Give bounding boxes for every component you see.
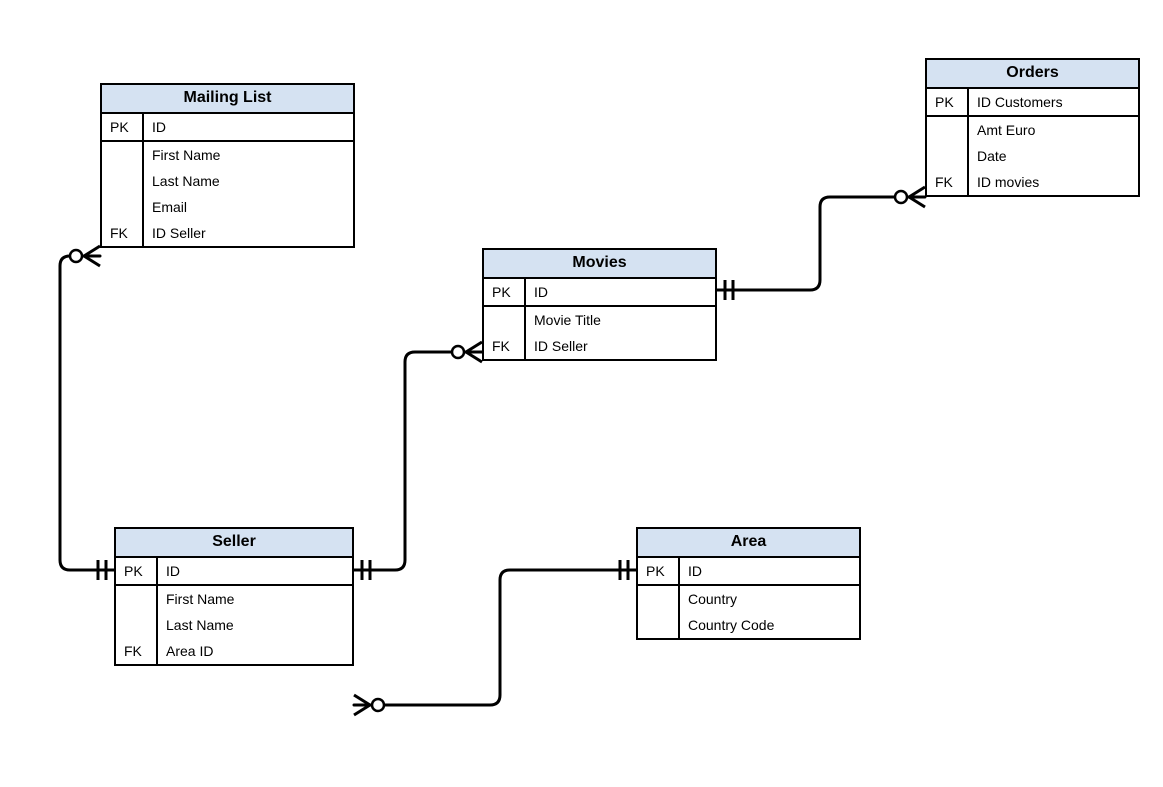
rel-area-seller: [354, 570, 636, 705]
entity-title: Movies: [484, 250, 715, 279]
attr-cell: ID Seller: [526, 333, 715, 359]
entity-seller: Seller PK ID FK First Name Last Name Are…: [114, 527, 354, 666]
attr-cell: Amt Euro: [969, 117, 1138, 143]
key-cell: [638, 586, 678, 612]
rel-seller-mailinglist: [60, 256, 114, 570]
er-diagram-canvas: Mailing List PK ID FK First Name Last Na…: [0, 0, 1163, 787]
entity-area: Area PK ID Country Country Code: [636, 527, 861, 640]
entity-title: Orders: [927, 60, 1138, 89]
key-cell: [116, 612, 156, 638]
attr-cell: First Name: [158, 586, 352, 612]
attr-cell: Last Name: [144, 168, 353, 194]
key-cell: [927, 117, 967, 143]
key-cell: [484, 307, 524, 333]
rel-seller-movies: [354, 352, 482, 570]
key-cell: FK: [102, 220, 142, 246]
pk-attr: ID: [680, 558, 859, 584]
entity-movies: Movies PK ID FK Movie Title ID Seller: [482, 248, 717, 361]
attr-cell: Country: [680, 586, 859, 612]
attr-cell: Movie Title: [526, 307, 715, 333]
key-cell: [102, 194, 142, 220]
entity-title: Area: [638, 529, 859, 558]
key-cell: [927, 143, 967, 169]
attr-cell: ID movies: [969, 169, 1138, 195]
key-cell: [638, 612, 678, 638]
attr-cell: Country Code: [680, 612, 859, 638]
entity-mailing-list: Mailing List PK ID FK First Name Last Na…: [100, 83, 355, 248]
pk-attr: ID: [158, 558, 352, 584]
rel-movies-orders: [717, 197, 925, 290]
pk-label: PK: [638, 558, 678, 584]
attr-cell: First Name: [144, 142, 353, 168]
key-cell: [116, 586, 156, 612]
attr-cell: Area ID: [158, 638, 352, 664]
attr-cell: ID Seller: [144, 220, 353, 246]
entity-title: Seller: [116, 529, 352, 558]
key-cell: [102, 168, 142, 194]
pk-attr: ID: [526, 279, 715, 305]
pk-label: PK: [102, 114, 142, 140]
entity-orders: Orders PK ID Customers FK Amt Euro Date …: [925, 58, 1140, 197]
pk-attr: ID: [144, 114, 353, 140]
attr-cell: Date: [969, 143, 1138, 169]
key-cell: FK: [484, 333, 524, 359]
entity-title: Mailing List: [102, 85, 353, 114]
pk-attr: ID Customers: [969, 89, 1138, 115]
key-cell: FK: [927, 169, 967, 195]
attr-cell: Last Name: [158, 612, 352, 638]
pk-label: PK: [927, 89, 967, 115]
pk-label: PK: [116, 558, 156, 584]
attr-cell: Email: [144, 194, 353, 220]
pk-label: PK: [484, 279, 524, 305]
key-cell: [102, 142, 142, 168]
key-cell: FK: [116, 638, 156, 664]
